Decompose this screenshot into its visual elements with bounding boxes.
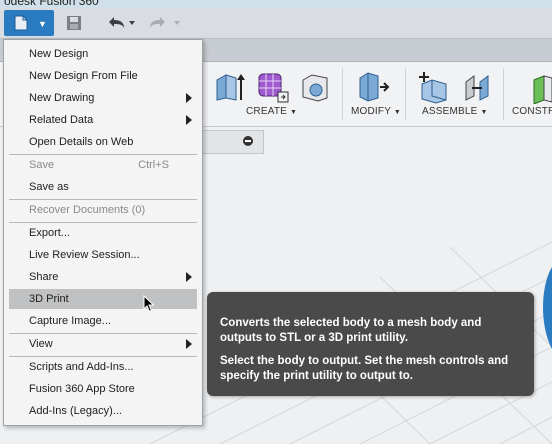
menu-item-3d-print[interactable]: 3D Print: [9, 289, 197, 309]
offset-plane-icon[interactable]: [530, 74, 552, 104]
new-component-icon[interactable]: [416, 70, 450, 104]
ribbon-group-modify[interactable]: MODIFY ▼: [351, 106, 401, 117]
menu-item-open-details-on-web[interactable]: Open Details on Web: [9, 132, 197, 152]
menu-item-recover-documents[interactable]: Recover Documents (0): [9, 200, 197, 220]
save-icon: [67, 16, 81, 30]
ribbon-separator: [503, 68, 504, 120]
undo-icon: [109, 17, 135, 28]
ribbon-separator: [405, 68, 406, 120]
press-pull-icon[interactable]: [356, 70, 392, 104]
submenu-arrow-icon: [186, 115, 192, 125]
create-base-feature-icon[interactable]: [300, 72, 330, 102]
file-icon: [14, 15, 28, 31]
title-bar: odesk Fusion 360: [0, 0, 552, 8]
ribbon-group-create[interactable]: CREATE ▼: [246, 106, 297, 117]
joint-icon[interactable]: [460, 70, 494, 104]
tooltip-line: Select the body to output. Set the mesh …: [220, 355, 509, 367]
quick-access-toolbar: ▼: [0, 8, 552, 39]
chevron-down-icon: ▼: [38, 19, 47, 29]
save-button[interactable]: [66, 13, 82, 33]
ribbon-separator: [342, 68, 343, 120]
blue-body-edge: [543, 267, 552, 349]
menu-item-share[interactable]: Share: [9, 267, 197, 287]
menu-item-export[interactable]: Export...: [9, 223, 197, 243]
menu-item-new-drawing[interactable]: New Drawing: [9, 88, 197, 108]
menu-item-add-ins-legacy[interactable]: Add-Ins (Legacy)...: [9, 401, 197, 421]
save-shortcut: Ctrl+S: [138, 159, 169, 171]
submenu-arrow-icon: [186, 93, 192, 103]
menu-item-save-as[interactable]: Save as: [9, 177, 197, 197]
menu-item-live-review-session[interactable]: Live Review Session...: [9, 245, 197, 265]
ribbon-group-assemble[interactable]: ASSEMBLE ▼: [422, 106, 488, 117]
collapse-icon[interactable]: [243, 136, 253, 146]
redo-button[interactable]: [148, 13, 184, 33]
ribbon-group-construct[interactable]: CONSTR: [512, 106, 552, 117]
extrude-icon[interactable]: [214, 70, 246, 102]
app-title: odesk Fusion 360: [4, 0, 99, 8]
tooltip-line: outputs to STL or a 3D print utility.: [220, 332, 409, 344]
mouse-cursor-icon: [143, 295, 155, 313]
undo-button[interactable]: [106, 13, 136, 33]
menu-item-app-store[interactable]: Fusion 360 App Store: [9, 379, 197, 399]
3d-print-tooltip: Converts the selected body to a mesh bod…: [207, 292, 534, 396]
menu-item-scripts-and-add-ins[interactable]: Scripts and Add-Ins...: [9, 357, 197, 377]
form-icon[interactable]: [256, 70, 290, 104]
menu-item-view[interactable]: View: [9, 334, 197, 354]
menu-item-save[interactable]: Save Ctrl+S: [9, 155, 197, 175]
menu-item-related-data[interactable]: Related Data: [9, 110, 197, 130]
tooltip-line: specify the print utility to output to.: [220, 370, 413, 382]
file-menu: New Design New Design From File New Draw…: [3, 39, 203, 426]
submenu-arrow-icon: [186, 272, 192, 282]
menu-item-capture-image[interactable]: Capture Image...: [9, 311, 197, 331]
menu-item-new-design-from-file[interactable]: New Design From File: [9, 66, 197, 86]
menu-item-new-design[interactable]: New Design: [9, 44, 197, 64]
redo-icon: [150, 17, 180, 28]
submenu-arrow-icon: [186, 339, 192, 349]
file-menu-button[interactable]: ▼: [4, 10, 54, 36]
tooltip-line: Converts the selected body to a mesh bod…: [220, 317, 482, 329]
